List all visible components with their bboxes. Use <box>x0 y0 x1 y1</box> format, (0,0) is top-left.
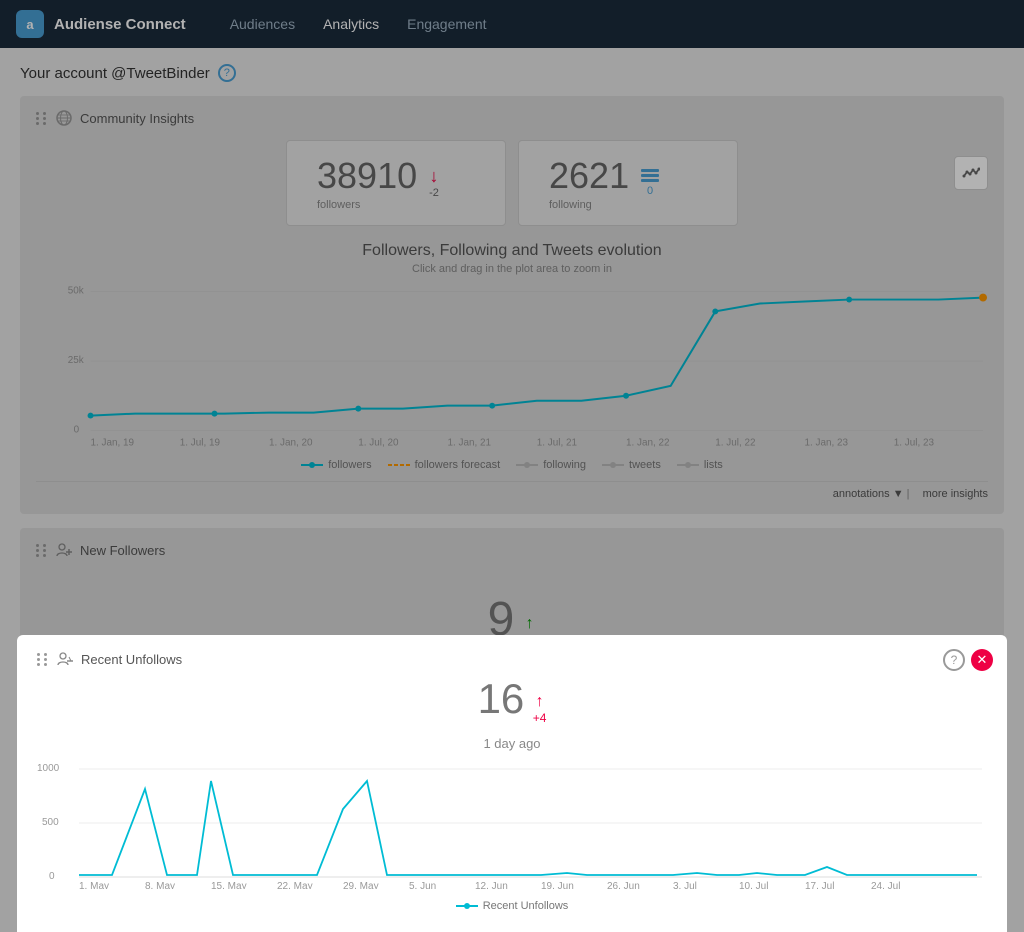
modal-legend: Recent Unfollows <box>37 900 987 912</box>
unfollows-chart[interactable]: 1000 500 0 1. May 8. May 15. May 22. May… <box>37 759 987 889</box>
modal-title: Recent Unfollows <box>37 651 987 667</box>
modal-time: 1 day ago <box>37 735 987 753</box>
svg-text:3. Jul: 3. Jul <box>673 881 697 889</box>
svg-text:26. Jun: 26. Jun <box>607 881 640 889</box>
svg-text:22. May: 22. May <box>277 881 313 889</box>
svg-text:0: 0 <box>49 871 55 882</box>
svg-text:5. Jun: 5. Jun <box>409 881 436 889</box>
modal-stat: 16 ↑ +4 <box>37 675 987 725</box>
svg-text:8. May: 8. May <box>145 881 175 889</box>
modal-plus: +4 <box>533 711 547 725</box>
svg-text:12. Jun: 12. Jun <box>475 881 508 889</box>
legend-unfollows-line <box>456 902 478 910</box>
recent-unfollows-modal: Recent Unfollows ? ✕ 16 ↑ +4 1 day ago 1… <box>17 635 1007 932</box>
recent-unfollows-icon <box>57 651 73 667</box>
drag-handle-ru[interactable] <box>37 653 49 666</box>
modal-number: 16 <box>478 675 525 723</box>
svg-text:15. May: 15. May <box>211 881 247 889</box>
legend-recent-unfollows: Recent Unfollows <box>456 900 569 912</box>
modal-close-button[interactable]: ✕ <box>971 649 993 671</box>
svg-text:19. Jun: 19. Jun <box>541 881 574 889</box>
modal-overlay[interactable]: Recent Unfollows ? ✕ 16 ↑ +4 1 day ago 1… <box>0 0 1024 932</box>
svg-text:10. Jul: 10. Jul <box>739 881 768 889</box>
svg-text:500: 500 <box>42 817 59 828</box>
svg-text:24. Jul: 24. Jul <box>871 881 900 889</box>
modal-help-button[interactable]: ? <box>943 649 965 671</box>
svg-text:1000: 1000 <box>37 763 60 774</box>
svg-text:29. May: 29. May <box>343 881 379 889</box>
svg-text:17. Jul: 17. Jul <box>805 881 834 889</box>
modal-arrow-up: ↑ <box>536 693 544 711</box>
modal-change: ↑ +4 <box>533 693 547 725</box>
svg-text:1. May: 1. May <box>79 881 109 889</box>
